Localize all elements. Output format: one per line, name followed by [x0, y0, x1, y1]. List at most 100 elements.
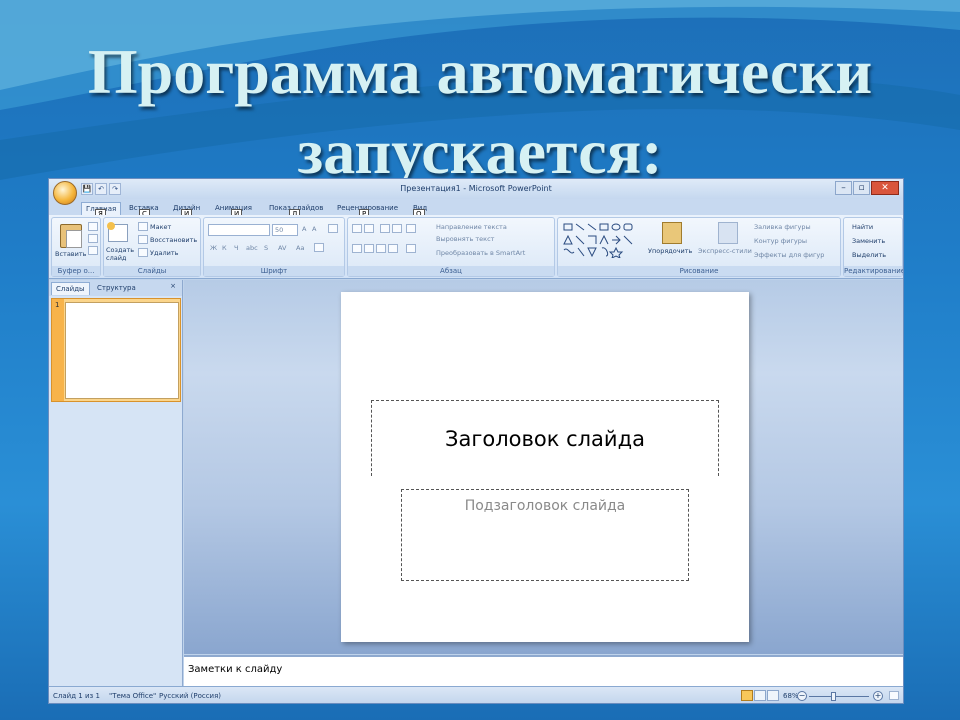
shape-fill-button[interactable]: Заливка фигуры	[754, 223, 811, 231]
status-bar: Слайд 1 из 1 "Тема Office" Русский (Росс…	[49, 686, 903, 703]
subtitle-placeholder[interactable]: Подзаголовок слайда	[401, 489, 689, 581]
align-text-button[interactable]: Выровнять текст	[436, 235, 494, 243]
zoom-slider-thumb[interactable]	[831, 692, 836, 701]
underline-button[interactable]: Ч	[234, 244, 238, 252]
close-icon[interactable]: ×	[170, 282, 176, 290]
close-button[interactable]: ✕	[871, 181, 899, 195]
group-paragraph: Направление текста Выровнять текст Преоб…	[347, 217, 555, 277]
group-clipboard: Вставить Буфер о...	[51, 217, 101, 277]
page-title-line1: Программа автоматически	[87, 36, 873, 107]
decrease-indent-icon[interactable]	[380, 224, 390, 233]
slideshow-view-icon[interactable]	[767, 690, 779, 701]
theme-name: "Тема Office"	[109, 692, 157, 700]
group-label: Буфер о...	[52, 266, 100, 276]
pane-tabs: Слайды Структура ×	[49, 280, 182, 296]
line-spacing-icon[interactable]	[406, 224, 416, 233]
find-button[interactable]: Найти	[852, 223, 873, 231]
shape-outline-button[interactable]: Контур фигуры	[754, 237, 807, 245]
thumbnail-number: 1	[55, 301, 60, 309]
reset-icon	[138, 235, 148, 244]
layout-button[interactable]: Макет	[150, 223, 171, 231]
zoom-slider[interactable]	[809, 696, 869, 697]
grow-font-button[interactable]: A	[302, 225, 306, 233]
align-right-icon[interactable]	[376, 244, 386, 253]
quick-styles-button[interactable]: Экспресс-стили	[698, 247, 752, 255]
arrange-icon[interactable]	[662, 222, 682, 244]
reset-button[interactable]: Восстановить	[150, 236, 197, 244]
arrange-button[interactable]: Упорядочить	[648, 247, 692, 255]
minimize-button[interactable]: –	[835, 181, 852, 195]
group-label: Абзац	[348, 266, 554, 276]
copy-icon[interactable]	[88, 234, 98, 243]
view-buttons	[741, 690, 779, 701]
maximize-button[interactable]: ▫	[853, 181, 870, 195]
bold-button[interactable]: Ж	[210, 244, 217, 252]
italic-button[interactable]: К	[222, 244, 227, 252]
shadow-button[interactable]: S	[264, 244, 268, 252]
window-titlebar: 💾 ↶ ↷ Презентация1 - Microsoft PowerPoin…	[49, 179, 903, 205]
font-color-icon[interactable]	[314, 243, 324, 252]
spacing-button[interactable]: AV	[278, 244, 286, 252]
font-size-field[interactable]: 50	[272, 224, 298, 236]
sorter-view-icon[interactable]	[754, 690, 766, 701]
office-button[interactable]	[53, 181, 77, 205]
tab-outline[interactable]: Структура	[93, 282, 140, 294]
bullets-icon[interactable]	[352, 224, 362, 233]
paste-icon[interactable]	[60, 224, 82, 248]
justify-icon[interactable]	[388, 244, 398, 253]
slide-thumbnail[interactable]: 1	[51, 298, 181, 402]
replace-button[interactable]: Заменить	[852, 237, 885, 245]
group-slides: Создать слайд Макет Восстановить Удалить…	[103, 217, 201, 277]
shapes-gallery[interactable]	[562, 222, 638, 258]
strike-button[interactable]: abc	[246, 244, 258, 252]
select-button[interactable]: Выделить	[852, 251, 886, 259]
slide-editor: Заголовок слайда Подзаголовок слайда	[184, 280, 903, 654]
layout-icon	[138, 222, 148, 231]
paste-button[interactable]: Вставить	[55, 250, 86, 258]
format-painter-icon[interactable]	[88, 246, 98, 255]
window-controls: – ▫ ✕	[835, 181, 899, 195]
group-font: 50 A A Ж К Ч abc S AV Aa Шрифт	[203, 217, 345, 277]
slides-pane: Слайды Структура × 1	[49, 280, 183, 686]
fit-window-icon[interactable]	[889, 691, 899, 700]
delete-icon	[138, 248, 148, 257]
powerpoint-window: 💾 ↶ ↷ Презентация1 - Microsoft PowerPoin…	[48, 178, 904, 704]
increase-indent-icon[interactable]	[392, 224, 402, 233]
page-title: Программа автоматически запускается:	[0, 32, 960, 192]
align-center-icon[interactable]	[364, 244, 374, 253]
quick-styles-icon[interactable]	[718, 222, 738, 244]
group-label: Слайды	[104, 266, 200, 276]
slide-counter: Слайд 1 из 1	[53, 692, 100, 700]
thumbnail-image	[65, 302, 179, 399]
group-label: Шрифт	[204, 266, 344, 276]
smartart-button[interactable]: Преобразовать в SmartArt	[436, 249, 525, 257]
clear-format-icon[interactable]	[328, 224, 338, 233]
ribbon-tabs: Главная Я Вставка С Дизайн Й Анимация И …	[49, 199, 903, 219]
normal-view-icon[interactable]	[741, 690, 753, 701]
title-placeholder[interactable]: Заголовок слайда	[371, 400, 719, 476]
numbering-icon[interactable]	[364, 224, 374, 233]
delete-button[interactable]: Удалить	[150, 249, 178, 257]
zoom-in-button[interactable]: +	[873, 691, 883, 701]
new-slide-button[interactable]: Создать слайд	[106, 246, 134, 262]
columns-icon[interactable]	[406, 244, 416, 253]
case-button[interactable]: Aa	[296, 244, 304, 252]
group-drawing: Упорядочить Экспресс-стили Заливка фигур…	[557, 217, 841, 277]
group-label: Рисование	[558, 266, 840, 276]
group-editing: Найти Заменить Выделить Редактирование	[843, 217, 903, 277]
slide-canvas[interactable]: Заголовок слайда Подзаголовок слайда	[341, 292, 749, 642]
language-indicator[interactable]: Русский (Россия)	[159, 692, 221, 700]
notes-placeholder: Заметки к слайду	[188, 664, 283, 675]
group-label: Редактирование	[844, 266, 904, 276]
tab-slides[interactable]: Слайды	[51, 282, 90, 295]
shrink-font-button[interactable]: A	[312, 225, 316, 233]
notes-pane[interactable]: Заметки к слайду	[184, 655, 903, 686]
ribbon: Вставить Буфер о... Создать слайд Макет …	[49, 215, 903, 279]
text-direction-button[interactable]: Направление текста	[436, 223, 507, 231]
font-name-field[interactable]	[208, 224, 270, 236]
cut-icon[interactable]	[88, 222, 98, 231]
new-slide-icon[interactable]	[107, 222, 128, 242]
zoom-out-button[interactable]: −	[797, 691, 807, 701]
align-left-icon[interactable]	[352, 244, 362, 253]
shape-effects-button[interactable]: Эффекты для фигур	[754, 251, 824, 259]
